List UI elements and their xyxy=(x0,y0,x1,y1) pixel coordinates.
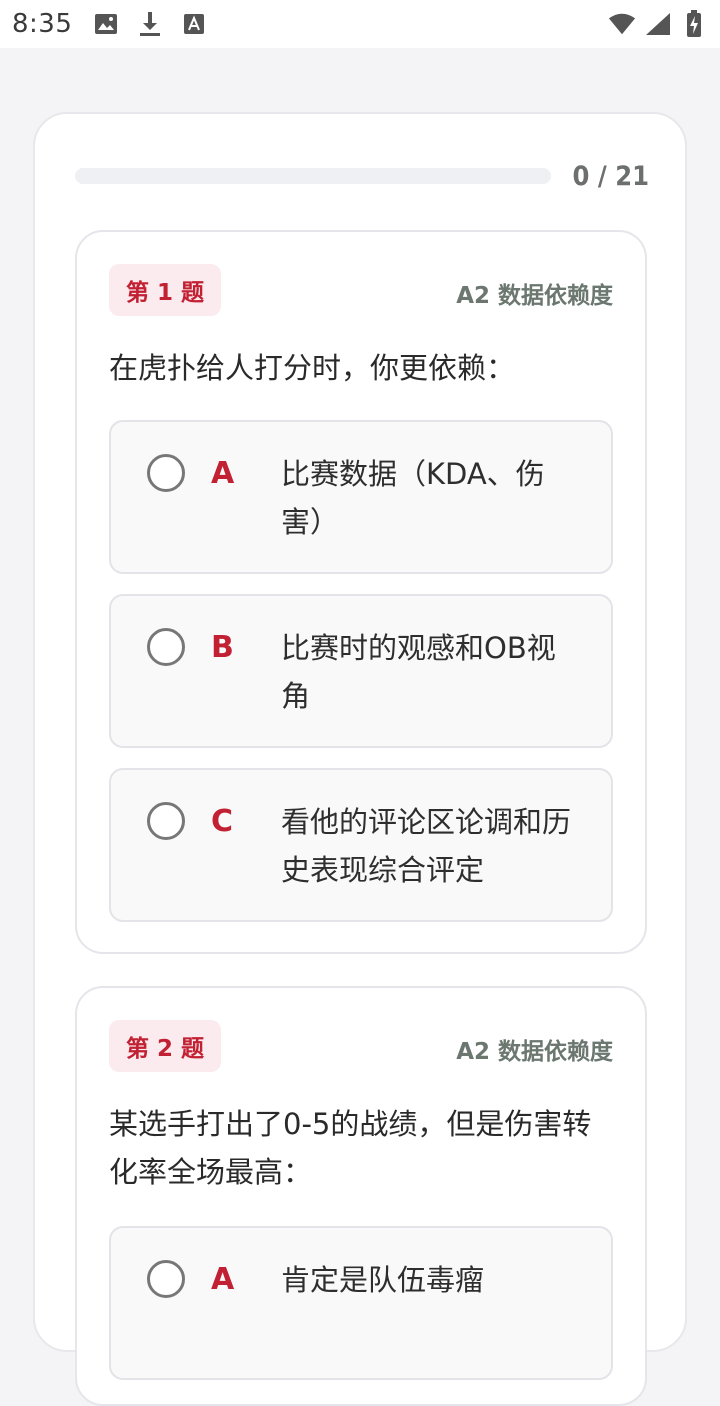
question-text: 某选手打出了0-5的战绩，但是伤害转化率全场最高： xyxy=(109,1107,592,1189)
option-text: 肯定是队伍毒瘤 xyxy=(281,1263,485,1297)
radio-button[interactable] xyxy=(147,802,185,840)
signal-icon xyxy=(644,10,672,38)
download-icon xyxy=(136,10,164,38)
question-card: 第 2 题 A2 数据依赖度 某选手打出了0-5的战绩，但是伤害转化率全场最高：… xyxy=(75,986,647,1406)
option-a[interactable]: A 肯定是队伍毒瘤 xyxy=(109,1226,613,1380)
progress-row: 0 / 21 xyxy=(75,158,649,194)
option-b[interactable]: B 比赛时的观感和OB视角 xyxy=(109,594,613,748)
question-category: A2 数据依赖度 xyxy=(456,283,613,309)
quiz-container: 0 / 21 第 1 题 A2 数据依赖度 在虎扑给人打分时，你更依赖： A 比… xyxy=(33,112,687,1406)
question-category: A2 数据依赖度 xyxy=(456,1039,613,1065)
option-c[interactable]: C 看他的评论区论调和历史表现综合评定 xyxy=(109,768,613,922)
question-number-badge: 第 2 题 xyxy=(109,1020,221,1072)
option-text: 比赛数据（KDA、伤害） xyxy=(281,457,545,539)
question-text: 在虎扑给人打分时，你更依赖： xyxy=(109,351,516,385)
radio-button[interactable] xyxy=(147,454,185,492)
question-card: 第 1 题 A2 数据依赖度 在虎扑给人打分时，你更依赖： A 比赛数据（KDA… xyxy=(75,230,647,954)
status-time: 8:35 xyxy=(12,9,73,39)
option-text: 比赛时的观感和OB视角 xyxy=(281,631,556,713)
option-letter: C xyxy=(211,804,234,839)
option-a[interactable]: A 比赛数据（KDA、伤害） xyxy=(109,420,613,574)
font-icon xyxy=(180,10,208,38)
notification-icons xyxy=(92,10,208,38)
wifi-icon xyxy=(608,10,636,38)
radio-button[interactable] xyxy=(147,1260,185,1298)
option-letter: A xyxy=(211,1262,235,1297)
system-icons xyxy=(608,10,708,38)
question-number-badge: 第 1 题 xyxy=(109,264,221,316)
progress-bar xyxy=(75,168,551,184)
option-letter: A xyxy=(211,456,235,491)
battery-charging-icon xyxy=(680,10,708,38)
option-letter: B xyxy=(211,630,234,665)
image-icon xyxy=(92,10,120,38)
radio-button[interactable] xyxy=(147,628,185,666)
status-bar: 8:35 xyxy=(0,0,720,48)
option-text: 看他的评论区论调和历史表现综合评定 xyxy=(281,805,572,887)
progress-counter: 0 / 21 xyxy=(572,160,649,192)
